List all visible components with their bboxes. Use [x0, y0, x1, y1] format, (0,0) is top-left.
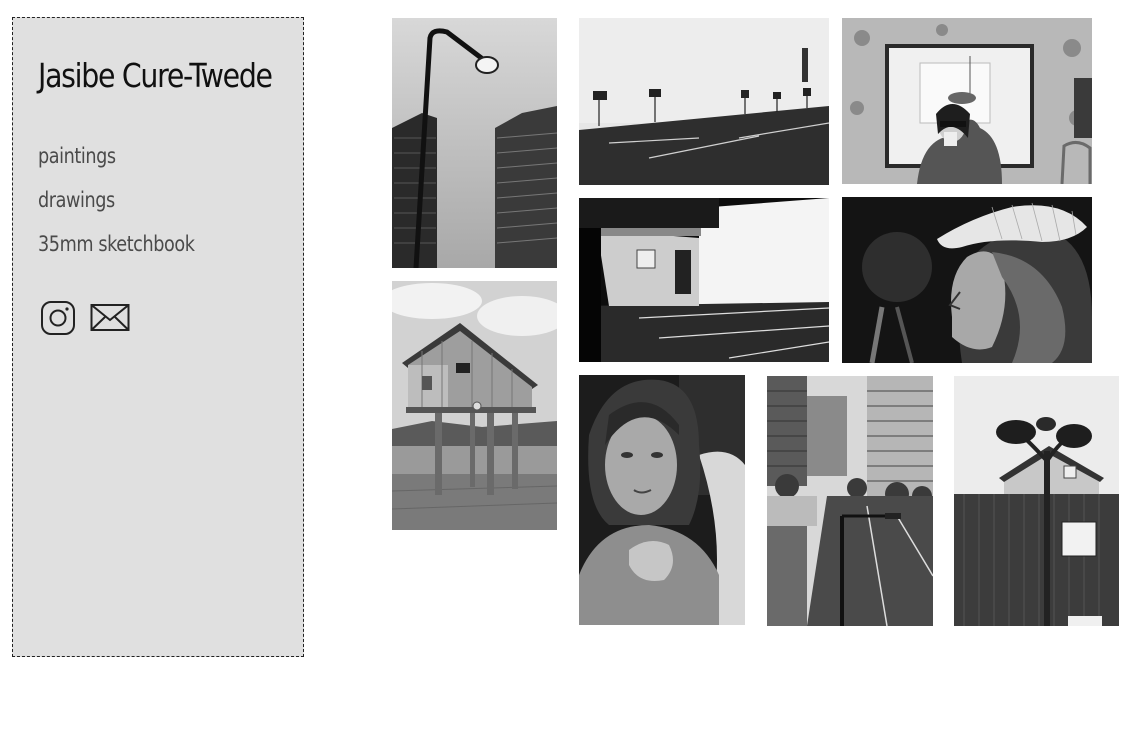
site-title[interactable]: Jasibe Cure-Twede — [38, 56, 273, 95]
photo-image — [842, 18, 1092, 184]
nav-link-35mm-sketchbook[interactable]: 35mm sketchbook — [38, 232, 195, 276]
gallery-photo-man-cap[interactable] — [842, 197, 1092, 363]
sidebar: Jasibe Cure-Twede paintings drawings 35m… — [12, 17, 304, 657]
photo-image — [767, 376, 933, 626]
nav-link-paintings[interactable]: paintings — [38, 144, 195, 188]
photo-image — [579, 198, 829, 362]
gallery-photo-city-street[interactable] — [767, 376, 933, 626]
photo-image — [579, 375, 745, 625]
photo-image — [392, 18, 557, 268]
gallery-photo-parking-lot[interactable] — [579, 18, 829, 185]
instagram-icon[interactable] — [40, 300, 76, 341]
nav-item: paintings — [38, 144, 224, 188]
nav-menu: paintings drawings 35mm sketchbook — [38, 144, 224, 276]
gallery-photo-double-lamp[interactable] — [954, 376, 1119, 626]
photo-image — [842, 197, 1092, 363]
nav-item: 35mm sketchbook — [38, 232, 224, 276]
nav-item: drawings — [38, 188, 224, 232]
photo-image — [579, 18, 829, 185]
gallery-photo-stilt-house[interactable] — [392, 281, 557, 530]
email-icon[interactable] — [90, 303, 130, 338]
gallery-photo-shed[interactable] — [579, 198, 829, 362]
photo-image — [954, 376, 1119, 626]
photo-image — [392, 281, 557, 530]
gallery-photo-mirror-portrait[interactable] — [842, 18, 1092, 184]
gallery-photo-lamp-towers[interactable] — [392, 18, 557, 268]
nav-link-drawings[interactable]: drawings — [38, 188, 195, 232]
social-links — [40, 300, 130, 341]
gallery-photo-older-woman[interactable] — [579, 375, 745, 625]
